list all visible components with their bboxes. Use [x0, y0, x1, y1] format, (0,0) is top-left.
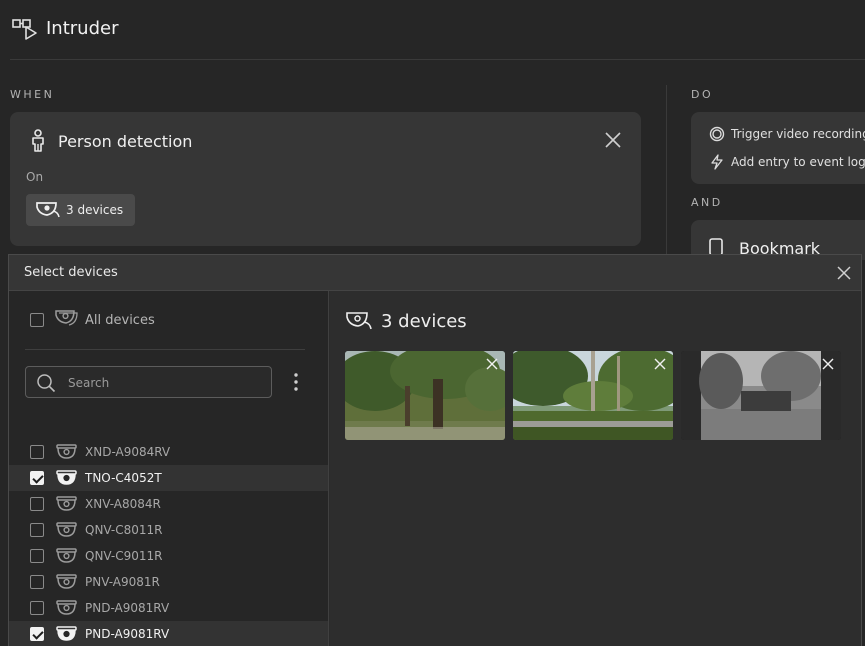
column-divider	[666, 85, 667, 255]
device-checkbox[interactable]	[30, 471, 44, 485]
devices-chip-button[interactable]: 3 devices	[26, 194, 135, 226]
all-devices-label: All devices	[85, 313, 155, 328]
search-icon	[37, 374, 56, 393]
device-name: QNV-C8011R	[85, 523, 163, 537]
device-list-item[interactable]: QNV-C8011R	[9, 517, 328, 543]
device-checkbox[interactable]	[30, 497, 44, 511]
devices-chip-label: 3 devices	[66, 203, 124, 217]
dome-camera-icon	[56, 548, 77, 563]
when-section-label: WHEN	[10, 88, 55, 101]
device-name: XND-A9084RV	[85, 445, 171, 459]
dome-camera-icon	[56, 470, 77, 485]
trigger-title: Person detection	[58, 132, 193, 151]
record-icon	[709, 126, 725, 142]
dome-camera-icon	[346, 312, 372, 330]
device-name: PND-A9081RV	[85, 601, 170, 615]
selected-devices-pane: 3 devices	[330, 291, 861, 646]
dome-camera-icon	[36, 202, 60, 218]
device-list-item[interactable]: PND-A9081RV	[9, 621, 328, 646]
camera-preview-image	[681, 351, 841, 440]
action-label: Trigger video recording	[731, 127, 865, 141]
device-name: PND-A9081RV	[85, 627, 170, 641]
action-label: Add entry to event log	[731, 155, 865, 169]
device-thumbnail	[681, 351, 841, 440]
page-header: Intruder	[0, 0, 865, 60]
remove-icon[interactable]	[653, 357, 667, 371]
device-checkbox[interactable]	[30, 601, 44, 615]
page-title: Intruder	[46, 18, 119, 39]
device-list-item[interactable]: XND-A9084RV	[9, 439, 328, 465]
trigger-state: On	[26, 170, 44, 184]
action-trigger-recording[interactable]: Trigger video recording	[709, 126, 865, 142]
device-checkbox[interactable]	[30, 575, 44, 589]
dome-camera-icon	[56, 574, 77, 589]
trigger-card: Person detection On 3 devices	[10, 112, 641, 246]
device-list: XND-A9084RV TNO-C4052T XNV-A8084R QNV-C8011…	[9, 439, 328, 646]
device-search	[25, 366, 272, 398]
do-section-label: DO	[691, 88, 714, 101]
rule-editor: Intruder WHEN Person detection On 3 devi…	[0, 0, 865, 646]
person-icon	[32, 129, 44, 152]
device-list-item[interactable]: PNV-A9081R	[9, 569, 328, 595]
dialog-header: Select devices	[9, 255, 861, 291]
device-name: TNO-C4052T	[85, 471, 162, 485]
device-checkbox[interactable]	[30, 445, 44, 459]
device-checkbox[interactable]	[30, 549, 44, 563]
remove-icon[interactable]	[485, 357, 499, 371]
dome-camera-icon	[56, 600, 77, 615]
header-divider	[10, 59, 865, 60]
dialog-title: Select devices	[24, 265, 118, 280]
rule-flow-icon	[12, 19, 37, 40]
device-list-item[interactable]: XNV-A8084R	[9, 491, 328, 517]
close-icon[interactable]	[835, 264, 853, 282]
select-devices-dialog: Select devices All devices Search XND-A9…	[8, 254, 862, 646]
camera-preview-image	[345, 351, 505, 440]
device-thumbnail	[345, 351, 505, 440]
device-name: QNV-C9011R	[85, 549, 163, 563]
device-name: PNV-A9081R	[85, 575, 160, 589]
device-checkbox[interactable]	[30, 627, 44, 641]
more-options-icon[interactable]	[290, 371, 302, 393]
divider	[25, 349, 305, 350]
search-input[interactable]	[68, 373, 263, 393]
all-devices-checkbox[interactable]	[30, 313, 44, 327]
device-name: XNV-A8084R	[85, 497, 161, 511]
device-thumbnail	[513, 351, 673, 440]
dome-camera-icon	[56, 522, 77, 537]
device-list-item[interactable]: TNO-C4052T	[9, 465, 328, 491]
remove-icon[interactable]	[821, 357, 835, 371]
device-list-item[interactable]: QNV-C9011R	[9, 543, 328, 569]
selected-count-title: 3 devices	[381, 311, 467, 332]
camera-preview-image	[513, 351, 673, 440]
and-section-label: AND	[691, 196, 723, 209]
device-checkbox[interactable]	[30, 523, 44, 537]
dome-camera-icon	[55, 310, 78, 326]
action-add-event-log[interactable]: Add entry to event log	[709, 154, 865, 170]
dome-camera-icon	[56, 444, 77, 459]
action-card: Trigger video recording Add entry to eve…	[691, 112, 865, 184]
dome-camera-icon	[56, 626, 77, 641]
device-list-item[interactable]: PND-A9081RV	[9, 595, 328, 621]
lightning-icon	[711, 154, 723, 170]
device-picker-pane: All devices XND-A9084RV TNO-C4052T XNV-A80…	[9, 291, 329, 646]
dome-camera-icon	[56, 496, 77, 511]
close-icon[interactable]	[603, 130, 623, 150]
